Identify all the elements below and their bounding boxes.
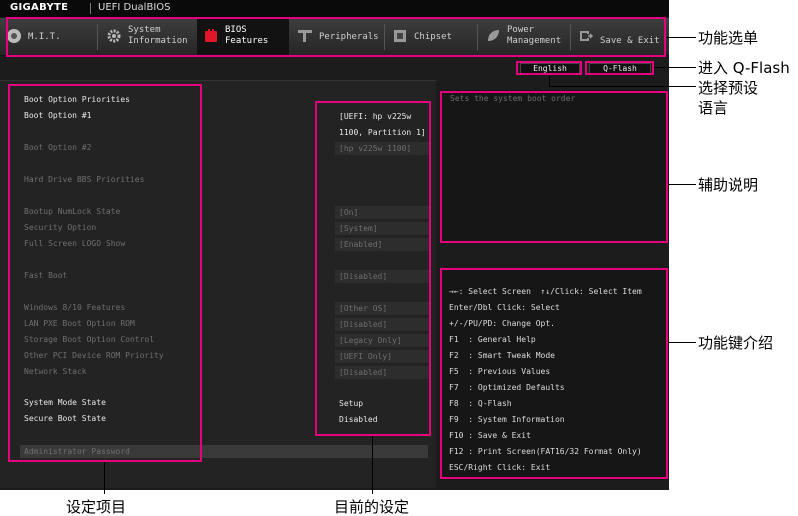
brand-logo: GIGABYTE bbox=[10, 2, 69, 13]
highlight-keys bbox=[440, 268, 668, 479]
annotation-qflash: 进入 Q-Flash bbox=[698, 59, 790, 77]
leader-qflash bbox=[654, 67, 696, 68]
highlight-qflash bbox=[585, 61, 654, 75]
highlight-language bbox=[516, 61, 582, 75]
leader-help bbox=[668, 184, 696, 185]
highlight-settings-items bbox=[8, 84, 202, 462]
highlight-help bbox=[440, 91, 668, 243]
leader-items bbox=[104, 462, 105, 494]
annotation-language-line1: 选择预设 bbox=[698, 79, 759, 97]
annotation-items: 设定项目 bbox=[66, 498, 127, 516]
annotation-help: 辅助说明 bbox=[698, 176, 759, 194]
product-name: UEFI DualBIOS bbox=[98, 2, 171, 13]
title-divider bbox=[90, 3, 91, 14]
leader-menu bbox=[666, 37, 696, 38]
leader-keys bbox=[668, 342, 696, 343]
highlight-menu bbox=[6, 17, 666, 57]
annotation-current: 目前的设定 bbox=[334, 498, 410, 516]
annotation-menu: 功能选单 bbox=[698, 29, 759, 47]
annotation-keys: 功能键介绍 bbox=[698, 334, 774, 352]
highlight-current-values bbox=[315, 101, 431, 436]
leader-language bbox=[549, 86, 696, 87]
annotation-language-line2: 语言 bbox=[698, 99, 729, 117]
leader-current bbox=[372, 436, 373, 494]
title-bar: GIGABYTE UEFI DualBIOS bbox=[0, 0, 669, 17]
leader-language-vertical bbox=[549, 76, 550, 86]
